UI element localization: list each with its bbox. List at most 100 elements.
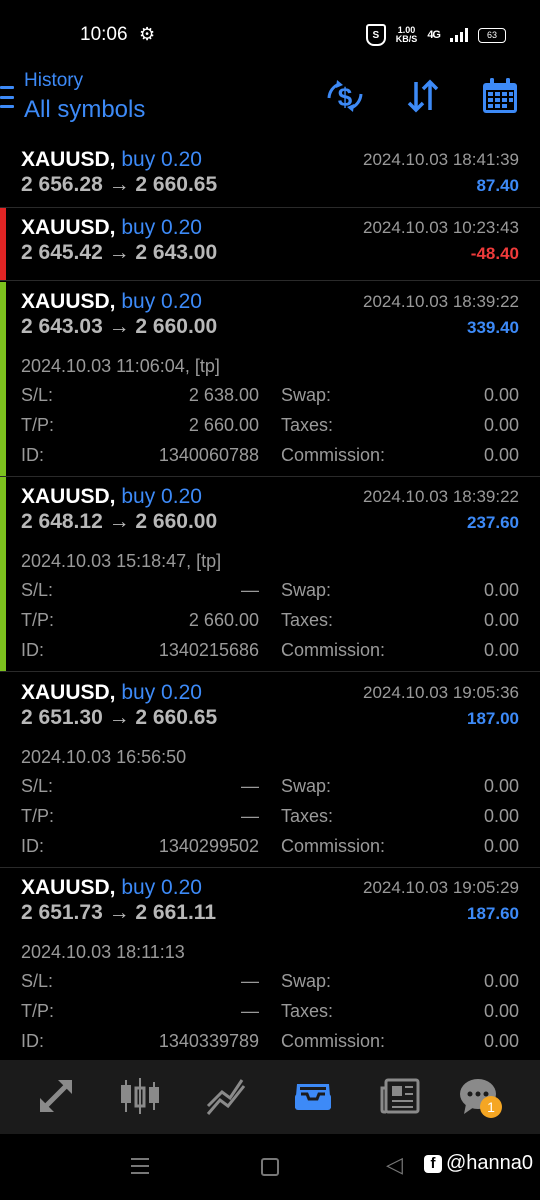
news-icon[interactable]	[378, 1074, 422, 1118]
sl-value: —	[241, 776, 259, 796]
deal-symbol: XAUUSD, buy 0.20	[21, 216, 202, 240]
status-bar: 10:06 ⚙ S 1.00 KB/S 4G 63	[0, 0, 540, 66]
chat-notification-badge: 1	[480, 1096, 502, 1118]
tp-value: 2 660.00	[188, 610, 259, 630]
sort-icon[interactable]	[403, 76, 443, 116]
commission-value: 0.00	[483, 836, 519, 856]
swap-value: 0.00	[483, 971, 519, 991]
signal-icon	[450, 28, 468, 42]
tp-indicator	[0, 477, 6, 671]
taxes-value: 0.00	[483, 1001, 519, 1021]
swap-value: 0.00	[483, 776, 519, 796]
system-nav-bar: ◁ f @hanna0	[0, 1134, 540, 1200]
app-header: History All symbols $	[0, 66, 540, 140]
deal-prices: 2 648.12 → 2 660.00	[21, 510, 218, 533]
taxes-label: Taxes:	[281, 806, 334, 826]
symbol-name: XAUUSD,	[21, 290, 116, 313]
deal-prices: 2 656.28 → 2 660.65	[21, 173, 218, 196]
deal-close-time: 2024.10.03 18:39:22	[363, 487, 519, 506]
id-label: ID:	[21, 445, 45, 465]
trade-arrows-icon[interactable]	[34, 1074, 78, 1118]
loss-indicator	[0, 208, 6, 280]
history-deals-list[interactable]: XAUUSD, buy 0.20 2024.10.03 18:41:39 2 6…	[0, 140, 540, 1060]
home-button[interactable]	[261, 1158, 279, 1176]
candlestick-chart-icon[interactable]	[118, 1074, 162, 1118]
tp-label: T/P:	[21, 415, 55, 435]
swap-label: Swap:	[281, 580, 332, 600]
deal-type: buy 0.20	[121, 485, 202, 508]
deal-type: buy 0.20	[121, 290, 202, 313]
deal-item-expanded[interactable]: XAUUSD, buy 0.20 2024.10.03 18:39:22 2 6…	[0, 477, 540, 671]
back-button[interactable]: ◁	[386, 1152, 403, 1178]
deal-close-time: 2024.10.03 19:05:29	[363, 878, 519, 897]
watermark: f @hanna0	[424, 1152, 533, 1175]
currency-filter-icon[interactable]: $	[325, 76, 365, 116]
recent-apps-button[interactable]	[131, 1158, 149, 1174]
menu-icon[interactable]	[0, 86, 14, 108]
deal-item-expanded[interactable]: XAUUSD, buy 0.20 2024.10.03 19:05:36 2 6…	[0, 673, 540, 867]
sl-label: S/L:	[21, 776, 54, 796]
sl-label: S/L:	[21, 971, 54, 991]
status-icons: S 1.00 KB/S 4G 63	[365, 24, 506, 46]
symbol-name: XAUUSD,	[21, 681, 116, 704]
taxes-value: 0.00	[483, 415, 519, 435]
id-label: ID:	[21, 836, 45, 856]
deal-prices: 2 651.30 → 2 660.65	[21, 706, 218, 729]
watermark-text: @hanna0	[446, 1152, 534, 1174]
divider	[0, 280, 540, 281]
commission-label: Commission:	[281, 836, 386, 856]
tp-value: —	[241, 806, 259, 826]
id-value: 1340060788	[158, 445, 259, 465]
id-label: ID:	[21, 640, 45, 660]
deal-item-expanded[interactable]: XAUUSD, buy 0.20 2024.10.03 18:39:22 2 6…	[0, 282, 540, 476]
deal-symbol: XAUUSD, buy 0.20	[21, 485, 202, 509]
swap-value: 0.00	[483, 385, 519, 405]
calendar-icon[interactable]	[480, 76, 520, 116]
id-value: 1340339789	[158, 1031, 259, 1051]
history-inbox-icon[interactable]	[291, 1074, 335, 1118]
deal-profit: 237.60	[467, 513, 519, 532]
facebook-icon: f	[424, 1154, 442, 1173]
sl-value: —	[241, 580, 259, 600]
deal-open-time: 2024.10.03 18:11:13	[21, 942, 185, 962]
status-time: 10:06	[80, 24, 128, 45]
symbol-name: XAUUSD,	[21, 216, 116, 239]
deal-profit: 187.60	[467, 904, 519, 923]
deal-close-time: 2024.10.03 18:39:22	[363, 292, 519, 311]
header-title[interactable]: All symbols	[24, 96, 145, 124]
deal-open-time: 2024.10.03 16:56:50	[21, 747, 187, 767]
taxes-value: 0.00	[483, 806, 519, 826]
trend-chart-icon[interactable]	[204, 1074, 248, 1118]
network-speed: 1.00 KB/S	[396, 26, 418, 44]
taxes-value: 0.00	[483, 610, 519, 630]
deal-symbol: XAUUSD, buy 0.20	[21, 290, 202, 314]
sl-value: —	[241, 971, 259, 991]
deal-close-time: 2024.10.03 19:05:36	[363, 683, 519, 702]
deal-item-expanded[interactable]: XAUUSD, buy 0.20 2024.10.03 19:05:29 2 6…	[0, 868, 540, 1060]
deal-type: buy 0.20	[121, 216, 202, 239]
deal-close-time: 2024.10.03 18:41:39	[363, 150, 519, 169]
bottom-tab-bar	[0, 1060, 540, 1134]
commission-label: Commission:	[281, 445, 386, 465]
symbol-name: XAUUSD,	[21, 876, 116, 899]
commission-label: Commission:	[281, 640, 386, 660]
id-value: 1340215686	[158, 640, 259, 660]
deal-symbol: XAUUSD, buy 0.20	[21, 148, 202, 172]
swap-label: Swap:	[281, 776, 332, 796]
commission-value: 0.00	[483, 1031, 519, 1051]
deal-type: buy 0.20	[121, 876, 202, 899]
taxes-label: Taxes:	[281, 1001, 334, 1021]
sl-label: S/L:	[21, 580, 54, 600]
commission-label: Commission:	[281, 1031, 386, 1051]
commission-value: 0.00	[483, 445, 519, 465]
tp-value: —	[241, 1001, 259, 1021]
deal-symbol: XAUUSD, buy 0.20	[21, 681, 202, 705]
deal-item[interactable]: XAUUSD, buy 0.20 2024.10.03 10:23:43 2 6…	[0, 208, 540, 280]
swap-label: Swap:	[281, 971, 332, 991]
symbol-name: XAUUSD,	[21, 485, 116, 508]
battery-level: 63	[486, 30, 497, 40]
deal-close-time: 2024.10.03 10:23:43	[363, 218, 519, 237]
deal-prices: 2 645.42 → 2 643.00	[21, 241, 218, 264]
deal-item[interactable]: XAUUSD, buy 0.20 2024.10.03 18:41:39 2 6…	[0, 140, 540, 207]
tp-label: T/P:	[21, 610, 55, 630]
